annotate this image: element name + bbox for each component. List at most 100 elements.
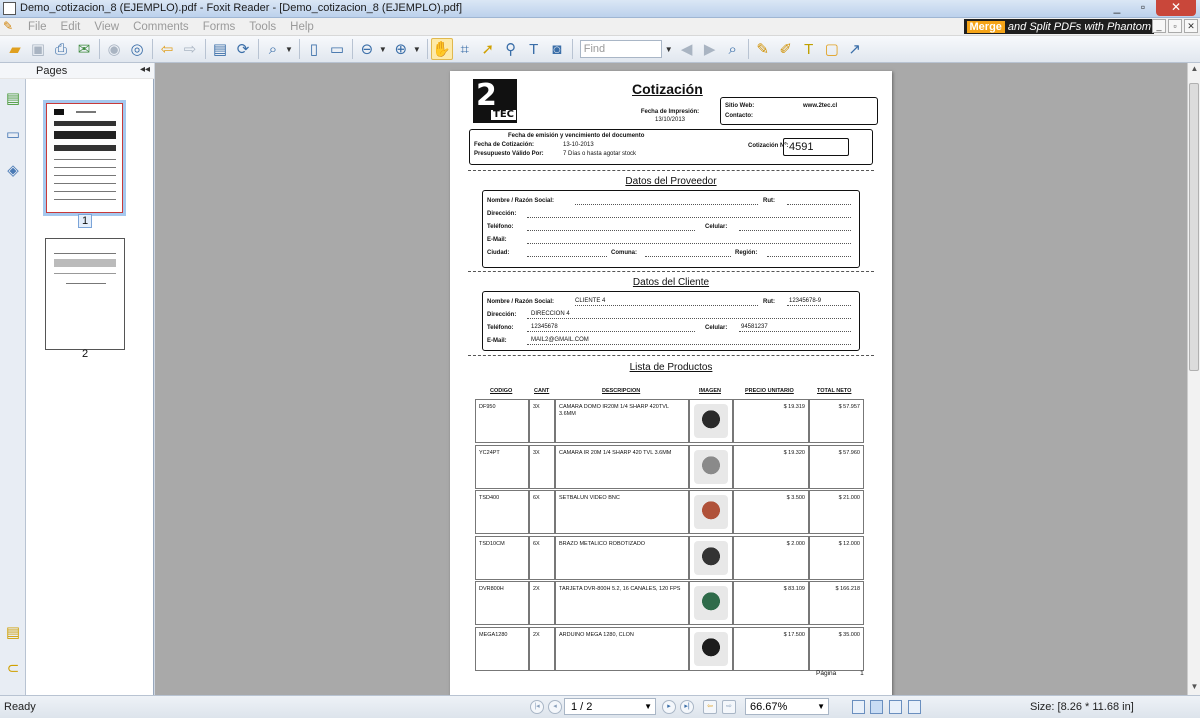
- camera-icon[interactable]: ◙: [546, 38, 568, 60]
- zoom-level-select[interactable]: 66.67% ▼: [745, 698, 829, 715]
- email-icon[interactable]: ✉: [73, 38, 95, 60]
- document-window-controls: _ ▫ ✕: [1152, 19, 1198, 33]
- back-view-icon[interactable]: ⇦: [703, 700, 717, 714]
- cell-cant: 6X: [529, 535, 555, 580]
- doc-minimize-icon[interactable]: _: [1152, 19, 1166, 33]
- zoom-out-caret[interactable]: ▼: [379, 45, 387, 54]
- continuous-view-icon[interactable]: [870, 700, 883, 714]
- comments-tab-icon[interactable]: ▤: [4, 623, 22, 643]
- facing-view-icon[interactable]: [889, 700, 902, 714]
- page-layout-icon[interactable]: ▤: [209, 38, 231, 60]
- rotate-view-icon[interactable]: ⟳: [232, 38, 254, 60]
- find-dropdown-caret[interactable]: ▼: [665, 45, 673, 54]
- maximize-button[interactable]: ▫: [1130, 0, 1156, 16]
- next-page-button[interactable]: ▸: [662, 700, 676, 714]
- single-page-view-icon[interactable]: [852, 700, 865, 714]
- comment-icon[interactable]: ▢: [821, 38, 843, 60]
- thumb-detail: [54, 191, 116, 192]
- document-viewport[interactable]: 2 TEC Cotización Fecha de Impresión: 13/…: [155, 63, 1187, 695]
- first-page-icon[interactable]: ◉: [103, 38, 125, 60]
- toolbar-separator: [152, 39, 153, 59]
- scroll-down-icon[interactable]: ▼: [1189, 682, 1200, 694]
- snapshot-icon[interactable]: ➚: [477, 38, 499, 60]
- typewriter-icon[interactable]: T: [523, 38, 545, 60]
- product-image: [694, 631, 728, 666]
- phantom-promo-banner[interactable]: Merge and Split PDFs with Phantom: [963, 19, 1154, 34]
- main-toolbar: ▰ ▣ ⎙ ✉ ◉ ◎ ⇦ ⇨ ▤ ⟳ ⌕ ▼ ▯ ▭ ⊖ ▼ ⊕ ▼ ✋ ⌗ …: [0, 36, 1200, 63]
- print-date-label: Fecha de Impresión:: [640, 109, 700, 115]
- client-box: Nombre / Razón Social: CLIENTE 4 Rut: 12…: [482, 291, 860, 351]
- find-previous-icon[interactable]: ◀: [676, 38, 698, 60]
- zoom-dropdown-caret[interactable]: ▼: [285, 45, 293, 54]
- thumb-detail: [54, 159, 116, 160]
- find-input[interactable]: Find: [579, 40, 662, 58]
- page-number-input[interactable]: 1 / 2 ▼: [564, 698, 656, 715]
- attachments-tab-icon[interactable]: ⊂: [4, 659, 22, 679]
- last-page-button[interactable]: ▸|: [680, 700, 694, 714]
- zoom-out-icon[interactable]: ⊖: [356, 38, 378, 60]
- menu-tools[interactable]: Tools: [242, 21, 283, 33]
- bookmarks-tab-icon[interactable]: ▭: [4, 125, 22, 145]
- previous-page-button[interactable]: ◂: [548, 700, 562, 714]
- search-icon[interactable]: ⌕: [722, 38, 744, 60]
- vertical-scrollbar[interactable]: ▲ ▼: [1187, 63, 1200, 695]
- scrollbar-thumb[interactable]: [1189, 83, 1199, 371]
- select-text-icon[interactable]: ⌗: [454, 38, 476, 60]
- open-folder-icon[interactable]: ▰: [4, 38, 26, 60]
- back-arrow-icon[interactable]: ⇦: [156, 38, 178, 60]
- layers-tab-icon[interactable]: ◈: [4, 161, 22, 181]
- cell-total: $ 166.218: [809, 581, 864, 625]
- collapse-panel-icon[interactable]: ◂◂: [140, 64, 150, 75]
- page-thumbnail-1[interactable]: [43, 100, 126, 216]
- menu-view[interactable]: View: [87, 21, 126, 33]
- menu-forms[interactable]: Forms: [196, 21, 243, 33]
- menu-edit[interactable]: Edit: [54, 21, 88, 33]
- pencil-icon[interactable]: ✐: [775, 38, 797, 60]
- find-next-icon[interactable]: ▶: [699, 38, 721, 60]
- cell-codigo: TSD400: [475, 490, 529, 534]
- document-title: Cotización: [632, 81, 703, 97]
- save-icon[interactable]: ▣: [27, 38, 49, 60]
- text-box-icon[interactable]: T: [798, 38, 820, 60]
- menu-help[interactable]: Help: [283, 21, 321, 33]
- column-header-descripcion: DESCRIPCION: [602, 388, 641, 394]
- forward-arrow-icon[interactable]: ⇨: [179, 38, 201, 60]
- contact-label: Contacto:: [725, 113, 753, 119]
- print-date-value: 13/10/2013: [654, 117, 686, 123]
- zoom-level: 66.67%: [750, 701, 788, 713]
- zoom-dropdown-caret[interactable]: ▼: [817, 702, 825, 711]
- menu-file[interactable]: File: [21, 21, 54, 33]
- note-tool-icon[interactable]: ✎: [752, 38, 774, 60]
- thumb-detail: [76, 111, 96, 113]
- page-thumbnail-2[interactable]: [45, 238, 125, 350]
- close-button[interactable]: ✕: [1156, 0, 1196, 16]
- pages-tab-icon[interactable]: ▤: [4, 89, 22, 109]
- dotted-line: [739, 331, 851, 332]
- page-dropdown-caret[interactable]: ▼: [644, 702, 652, 711]
- column-header-codigo: CODIGO: [490, 388, 513, 394]
- foxit-menu-icon[interactable]: ✎: [3, 19, 21, 35]
- first-page-button[interactable]: |◂: [530, 700, 544, 714]
- print-icon[interactable]: ⎙: [50, 38, 72, 60]
- client-section-title: Datos del Cliente: [632, 277, 710, 288]
- arrow-tool-icon[interactable]: ↗: [844, 38, 866, 60]
- minimize-button[interactable]: _: [1104, 0, 1130, 16]
- status-bar: Ready |◂ ◂ 1 / 2 ▼ ▸ ▸| ⇦ ⇨ 66.67% ▼ Siz…: [0, 695, 1200, 718]
- hand-tool-icon[interactable]: ✋: [430, 38, 453, 60]
- product-image: [694, 449, 728, 484]
- menu-comments[interactable]: Comments: [126, 21, 196, 33]
- binoculars-icon[interactable]: ⚲: [500, 38, 522, 60]
- doc-close-icon[interactable]: ✕: [1184, 19, 1198, 33]
- zoom-in-icon[interactable]: ⊕: [390, 38, 412, 60]
- zoom-tool-icon[interactable]: ⌕: [262, 38, 284, 60]
- fit-width-icon[interactable]: ▭: [326, 38, 348, 60]
- forward-view-icon[interactable]: ⇨: [722, 700, 736, 714]
- toolbar-separator: [298, 39, 300, 59]
- fit-page-icon[interactable]: ▯: [303, 38, 325, 60]
- previous-page-icon[interactable]: ◎: [126, 38, 148, 60]
- doc-restore-icon[interactable]: ▫: [1168, 19, 1182, 33]
- continuous-facing-view-icon[interactable]: [908, 700, 921, 714]
- table-row: YC24PT 3X CAMARA IR 20M 1/4 SHARP 420 TVL …: [475, 444, 864, 489]
- zoom-in-caret[interactable]: ▼: [413, 45, 421, 54]
- scroll-up-icon[interactable]: ▲: [1189, 64, 1200, 76]
